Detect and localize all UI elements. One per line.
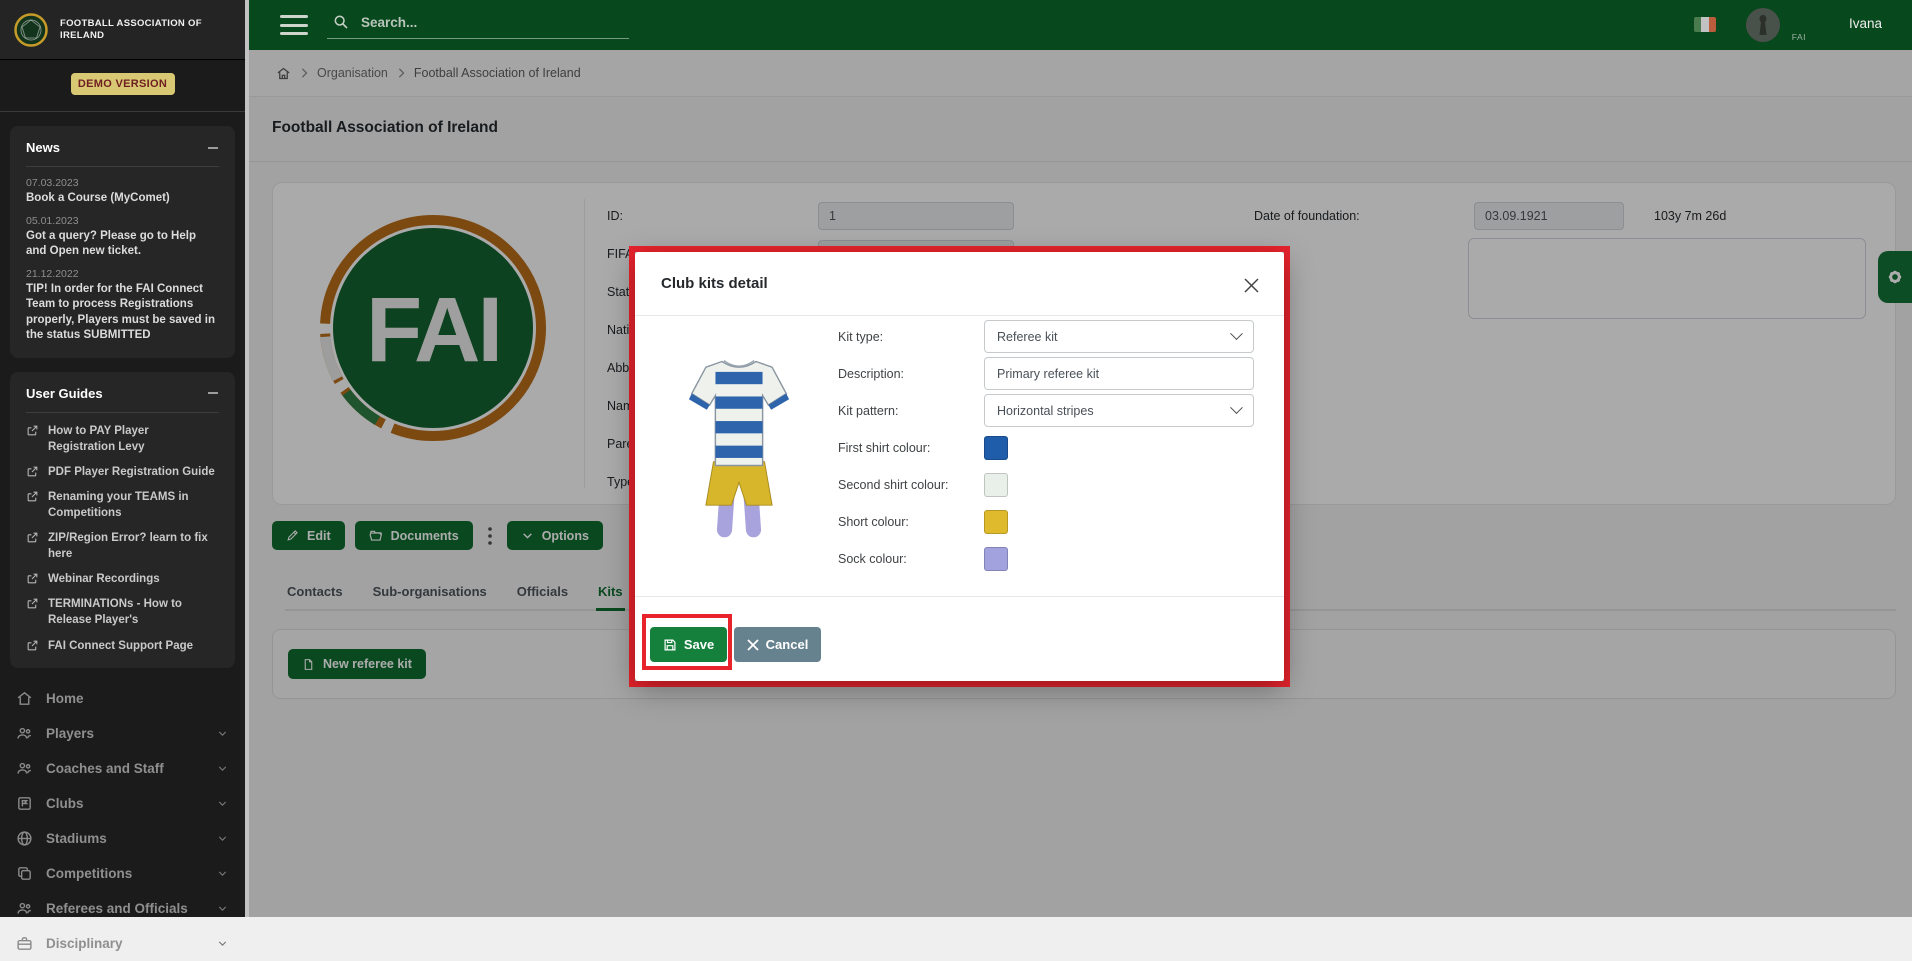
sidebar-item-clubs[interactable]: Clubs [0,786,245,821]
news-item: 21.12.2022 TIP! In order for the FAI Con… [26,268,219,344]
news-link[interactable]: Book a Course (MyComet) [26,191,219,207]
user-org-label: FAI [1792,32,1806,42]
news-date: 05.01.2023 [26,215,219,227]
search-input[interactable]: Search... [327,10,629,39]
external-link-icon [26,531,39,544]
chevron-down-icon [1230,401,1243,414]
sidebar: FOOTBALL ASSOCIATION OF IRELAND DEMO VER… [0,0,245,917]
news-link[interactable]: Got a query? Please go to Help and Open … [26,229,219,260]
sock-colour-row: Sock colour: [838,542,1254,575]
guide-link[interactable]: ZIP/Region Error? learn to fix here [26,530,219,562]
cancel-button[interactable]: Cancel [734,627,821,662]
app-screen: FOOTBALL ASSOCIATION OF IRELAND DEMO VER… [0,0,1912,917]
kit-type-row: Kit type: Referee kit [838,320,1254,353]
sidebar-header: FOOTBALL ASSOCIATION OF IRELAND [0,0,245,60]
chevron-down-icon [216,727,229,740]
chevron-down-icon [216,762,229,775]
guide-link[interactable]: TERMINATIONs - How to Release Player's [26,596,219,628]
coaches-icon [16,760,33,777]
avatar-image [1746,8,1780,42]
news-title: News [26,140,60,155]
short-colour-row: Short colour: [838,505,1254,538]
sidebar-item-coaches-and-staff[interactable]: Coaches and Staff [0,751,245,786]
top-navbar: Search... FAI Ivana [249,0,1912,50]
external-link-icon [26,424,39,437]
first-shirt-colour-swatch[interactable] [984,436,1008,460]
chevron-down-icon [216,867,229,880]
first-shirt-colour-row: First shirt colour: [838,431,1254,464]
external-link-icon [26,639,39,652]
sidebar-nav: Home Players Coaches and Staff Clubs Sta… [0,681,245,961]
guide-link[interactable]: FAI Connect Support Page [26,638,219,654]
sidebar-org-name: FOOTBALL ASSOCIATION OF IRELAND [60,18,233,42]
user-guides-title: User Guides [26,386,103,401]
news-item: 07.03.2023 Book a Course (MyComet) [26,177,219,207]
guide-link[interactable]: Renaming your TEAMS in Competitions [26,489,219,521]
x-icon [747,639,759,651]
chevron-down-icon [216,937,229,950]
modal-title: Club kits detail [661,275,768,292]
clubs-icon [16,795,33,812]
chevron-down-icon [216,832,229,845]
modal-footer: Save Cancel [635,596,1284,681]
modal-body: Kit type: Referee kit Description: Kit p… [635,316,1284,596]
modal-header: Club kits detail [635,252,1284,316]
kit-preview-image [687,354,791,542]
avatar[interactable] [1746,8,1780,42]
news-link[interactable]: TIP! In order for the FAI Connect Team t… [26,282,219,344]
short-colour-swatch[interactable] [984,510,1008,534]
kit-type-select[interactable]: Referee kit [984,320,1254,353]
guide-link[interactable]: PDF Player Registration Guide [26,464,219,480]
guide-link[interactable]: Webinar Recordings [26,571,219,587]
sidebar-item-disciplinary[interactable]: Disciplinary [0,926,245,961]
external-link-icon [26,572,39,585]
collapse-minus-icon[interactable] [207,142,219,154]
ireland-flag-icon[interactable] [1694,17,1716,32]
search-placeholder: Search... [361,15,417,30]
save-icon [663,638,677,652]
guide-link[interactable]: How to PAY Player Registration Levy [26,423,219,455]
second-shirt-colour-row: Second shirt colour: [838,468,1254,501]
disciplinary-icon [16,935,33,952]
description-row: Description: [838,357,1254,390]
demo-version-badge: DEMO VERSION [71,73,175,95]
second-shirt-colour-swatch[interactable] [984,473,1008,497]
sock-colour-swatch[interactable] [984,547,1008,571]
club-kits-detail-dialog: Club kits detail [635,252,1284,681]
collapse-minus-icon[interactable] [207,387,219,399]
stadiums-icon [16,830,33,847]
external-link-icon [26,490,39,503]
chevron-down-icon [216,902,229,915]
fai-logo-icon [12,11,50,49]
sidebar-item-referees-and-officials[interactable]: Referees and Officials [0,891,245,926]
news-date: 21.12.2022 [26,268,219,280]
news-panel: News 07.03.2023 Book a Course (MyComet) … [10,126,235,358]
external-link-icon [26,597,39,610]
home-icon [16,690,33,707]
user-guides-panel: User Guides How to PAY Player Registrati… [10,372,235,668]
competitions-icon [16,865,33,882]
sidebar-item-stadiums[interactable]: Stadiums [0,821,245,856]
players-icon [16,725,33,742]
search-icon [333,14,349,30]
close-icon[interactable] [1240,274,1262,296]
external-link-icon [26,465,39,478]
annotation-rect-modal: Club kits detail [629,246,1290,687]
save-button[interactable]: Save [650,627,727,662]
user-menu[interactable]: Ivana [1849,16,1882,31]
chevron-down-icon [1230,327,1243,340]
sidebar-item-home[interactable]: Home [0,681,245,716]
sidebar-item-players[interactable]: Players [0,716,245,751]
kit-pattern-select[interactable]: Horizontal stripes [984,394,1254,427]
kit-form: Kit type: Referee kit Description: Kit p… [838,320,1254,579]
kit-pattern-row: Kit pattern: Horizontal stripes [838,394,1254,427]
sidebar-divider [0,111,245,112]
chevron-down-icon [216,797,229,810]
referees-icon [16,900,33,917]
news-date: 07.03.2023 [26,177,219,189]
description-input[interactable] [984,357,1254,390]
news-item: 05.01.2023 Got a query? Please go to Hel… [26,215,219,260]
hamburger-menu-icon[interactable] [280,15,308,35]
sidebar-item-competitions[interactable]: Competitions [0,856,245,891]
